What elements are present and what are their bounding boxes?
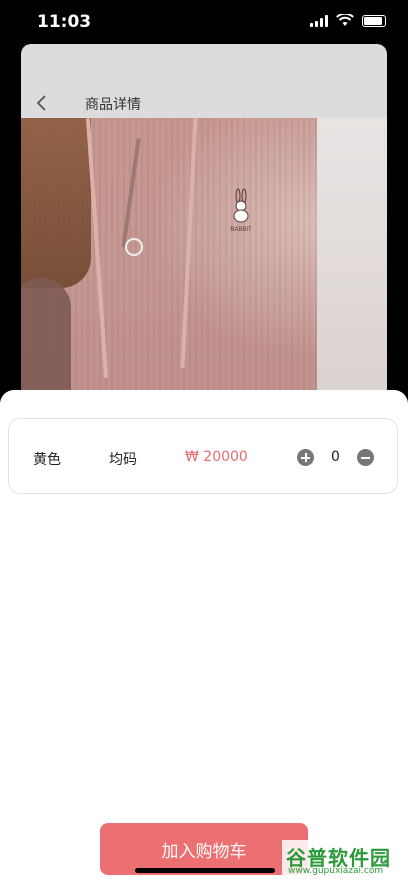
- increase-quantity-button[interactable]: [297, 449, 314, 466]
- page-title: 商品详情: [85, 97, 141, 113]
- watermark-url: www.gupuxiazai.com: [288, 866, 384, 876]
- chevron-left-icon: [36, 95, 46, 111]
- status-icons: [310, 14, 386, 27]
- watermark: 谷普软件园 www.gupuxiazai.com: [282, 840, 406, 880]
- back-button[interactable]: [33, 92, 53, 114]
- sku-panel: 黄色 均码 ₩ 20000 0: [0, 390, 408, 883]
- signal-icon: [310, 14, 328, 27]
- model-hair: [21, 118, 91, 288]
- battery-icon: [362, 14, 386, 27]
- sku-color: 黄色: [33, 452, 61, 468]
- status-time: 11:03: [37, 12, 92, 32]
- wifi-icon: [336, 14, 354, 26]
- product-sheet: 商品详情 BABBIT: [21, 44, 387, 444]
- status-bar: 11:03: [0, 0, 408, 44]
- decrease-quantity-button[interactable]: [357, 449, 374, 466]
- home-indicator: [135, 868, 275, 873]
- quantity-value: 0: [331, 449, 340, 465]
- sku-price: ₩ 20000: [185, 449, 248, 465]
- rabbit-logo-icon: BABBIT: [230, 188, 252, 233]
- sku-size: 均码: [109, 452, 137, 468]
- nav-bar: 商品详情: [21, 88, 387, 118]
- logo-text: BABBIT: [230, 227, 252, 233]
- sku-row: 黄色 均码 ₩ 20000 0: [8, 418, 398, 494]
- zipper-ring: [125, 238, 143, 256]
